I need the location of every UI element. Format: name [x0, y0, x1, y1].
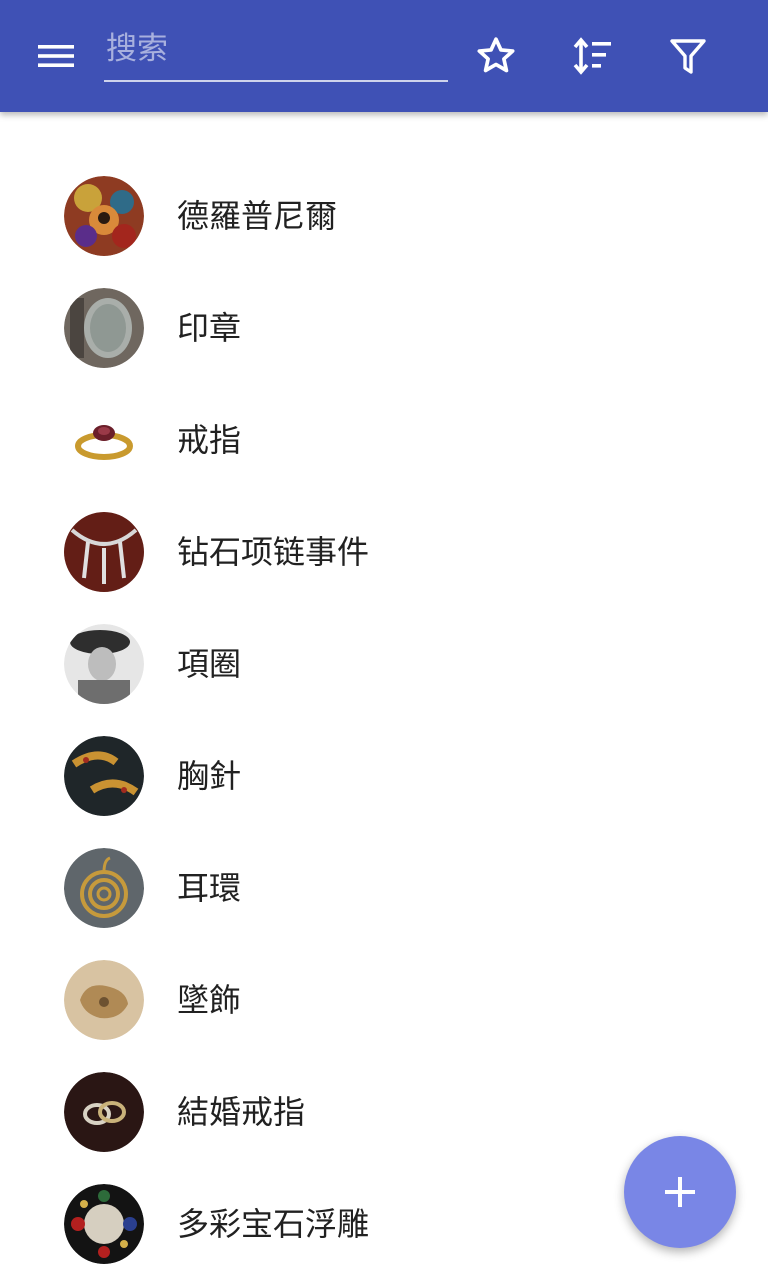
sort-icon	[573, 37, 611, 75]
item-label: 墜飾	[177, 981, 242, 1019]
item-thumbnail	[64, 960, 144, 1040]
star-icon	[477, 37, 515, 73]
list-item[interactable]: 钻石项链事件	[0, 496, 768, 608]
search-input[interactable]	[104, 20, 448, 78]
item-label: 印章	[177, 309, 242, 347]
add-button[interactable]	[624, 1136, 736, 1248]
item-label: 多彩宝石浮雕	[177, 1205, 370, 1243]
plus-icon	[665, 1177, 695, 1207]
app-bar	[0, 0, 768, 112]
list-item[interactable]: 戒指	[0, 384, 768, 496]
item-thumbnail	[64, 176, 144, 256]
list-item[interactable]: 德羅普尼爾	[0, 160, 768, 272]
item-thumbnail	[64, 736, 144, 816]
item-label: 結婚戒指	[177, 1093, 306, 1131]
item-thumbnail	[64, 400, 144, 480]
list-item[interactable]: 項圈	[0, 608, 768, 720]
menu-button[interactable]	[22, 24, 90, 88]
item-list: 德羅普尼爾 印章 戒指 钻石项链事件 項圈 胸針 耳環 墜飾 結婚戒指 多彩宝石…	[0, 160, 768, 1280]
item-label: 戒指	[177, 421, 242, 459]
menu-icon	[38, 45, 74, 67]
sort-button[interactable]	[562, 26, 622, 86]
item-label: 項圈	[177, 645, 242, 683]
item-thumbnail	[64, 1184, 144, 1264]
filter-icon	[670, 39, 706, 74]
filter-button[interactable]	[658, 26, 718, 86]
list-item[interactable]: 墜飾	[0, 944, 768, 1056]
item-thumbnail	[64, 288, 144, 368]
list-item[interactable]: 胸針	[0, 720, 768, 832]
item-label: 德羅普尼爾	[177, 197, 338, 235]
item-thumbnail	[64, 624, 144, 704]
item-thumbnail	[64, 848, 144, 928]
item-label: 胸針	[177, 757, 242, 795]
list-item[interactable]: 印章	[0, 272, 768, 384]
favorites-button[interactable]	[466, 26, 526, 86]
item-label: 钻石项链事件	[177, 533, 370, 571]
search-field	[104, 20, 448, 82]
item-label: 耳環	[177, 869, 242, 907]
list-item[interactable]: 耳環	[0, 832, 768, 944]
item-thumbnail	[64, 1072, 144, 1152]
item-thumbnail	[64, 512, 144, 592]
